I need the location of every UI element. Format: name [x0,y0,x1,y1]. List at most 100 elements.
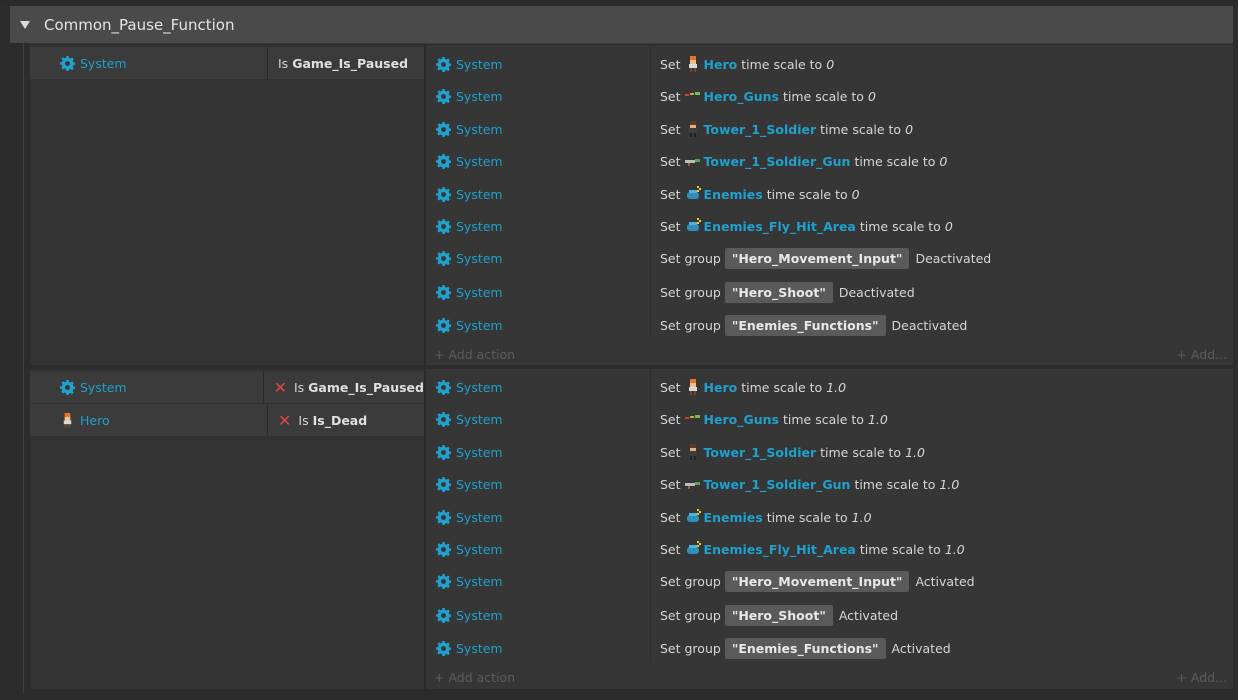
action-target: Tower_1_Soldier_Gun [703,153,851,169]
conditions-column[interactable]: System Is Game_Is_Paused [30,45,424,365]
action-row[interactable]: System Set group "Enemies_Functions" Deact… [426,309,1233,341]
action-value: 1.0 [867,411,888,427]
event-group-header[interactable]: Common_Pause_Function [10,6,1233,44]
action-row[interactable]: System Set Hero time scale to 1.0 [426,371,1233,403]
condition-object-name: System [80,379,127,395]
action-verb: Set group [660,284,721,300]
gear-icon [436,477,451,492]
add-more-link[interactable]: + Add... [1176,670,1233,685]
conditions-column[interactable]: System ✕ Is Game_Is_Paused Hero ✕ Is Is_… [30,369,424,689]
action-object-name: System [456,153,503,169]
action-row[interactable]: System Set Enemies_Fly_Hit_Area time scale… [426,533,1233,565]
gear-icon [436,574,451,589]
condition-row[interactable]: System Is Game_Is_Paused [30,47,424,79]
action-row[interactable]: System Set group "Enemies_Functions" Activ… [426,632,1233,664]
group-state: Activated [838,607,899,623]
action-object-name: System [456,444,503,460]
enemies-family-icon [685,509,701,525]
gear-icon [436,608,451,623]
condition-row[interactable]: System ✕ Is Game_Is_Paused [30,371,424,403]
hero-sprite-icon [685,56,701,72]
action-object-name: System [456,411,503,427]
group-name-chip: "Enemies_Functions" [724,637,886,659]
action-object-name: System [456,476,503,492]
group-name-chip: "Enemies_Functions" [724,314,886,336]
action-object-name: System [456,56,503,72]
gear-icon [436,154,451,169]
action-target: Enemies_Fly_Hit_Area [703,541,856,557]
event-block[interactable]: System ✕ Is Game_Is_Paused Hero ✕ Is Is_… [30,369,1233,689]
gear-icon [436,380,451,395]
action-rest: time scale to [854,476,936,492]
action-row[interactable]: System Set Hero_Guns time scale to 1.0 [426,403,1233,435]
action-row[interactable]: System Set Tower_1_Soldier time scale to 1.… [426,436,1233,468]
enemies-family-icon [685,186,701,202]
gear-icon [436,219,451,234]
group-name-chip: "Hero_Shoot" [724,604,833,626]
action-row[interactable]: System Set Enemies time scale to 1.0 [426,501,1233,533]
action-object-name: System [456,284,503,300]
action-object-name: System [456,573,503,589]
action-row[interactable]: System Set Enemies_Fly_Hit_Area time scale… [426,210,1233,242]
condition-variable: Game_Is_Paused [308,379,424,395]
actions-column[interactable]: System Set Hero time scale to 1.0 System Se… [424,369,1233,689]
event-block[interactable]: System Is Game_Is_Paused System Set Hero t… [30,45,1233,365]
action-object-name: System [456,317,503,333]
action-object-name: System [456,607,503,623]
action-row[interactable]: System Set Tower_1_Soldier time scale to 0 [426,113,1233,145]
add-action-link[interactable]: + Add action [426,670,515,685]
action-value: 0 [851,186,860,202]
action-row[interactable]: System Set group "Hero_Movement_Input" Act… [426,565,1233,597]
gear-icon [436,187,451,202]
action-object-name: System [456,250,503,266]
action-object-name: System [456,379,503,395]
action-object-name: System [456,541,503,557]
hero-sprite-icon [60,413,75,428]
action-verb: Set [660,411,681,427]
action-row[interactable]: System Set group "Hero_Shoot" Activated [426,599,1233,631]
hero-guns-sprite-icon [685,411,701,427]
condition-object[interactable]: System [30,371,264,403]
action-target: Hero_Guns [703,88,779,104]
condition-prefix: Is [298,412,309,428]
collapse-arrow-icon[interactable] [20,20,30,29]
action-row[interactable]: System Set Tower_1_Soldier_Gun time scale … [426,145,1233,177]
condition-object[interactable]: System [30,47,268,79]
gear-icon [436,285,451,300]
soldier-gun-sprite-icon [685,153,701,169]
action-verb: Set group [660,640,721,656]
soldier-gun-sprite-icon [685,476,701,492]
condition-row[interactable]: Hero ✕ Is Is_Dead [30,404,424,436]
add-action-link[interactable]: + Add action [426,347,515,362]
action-target: Tower_1_Soldier [703,121,817,137]
group-name-chip: "Hero_Movement_Input" [724,570,910,592]
condition-text[interactable]: Is Game_Is_Paused [268,47,424,79]
action-row[interactable]: System Set group "Hero_Shoot" Deactivated [426,276,1233,308]
action-rest: time scale to [820,444,902,460]
action-verb: Set group [660,573,721,589]
gear-icon [436,89,451,104]
condition-text[interactable]: ✕ Is Game_Is_Paused [264,371,424,403]
condition-text[interactable]: ✕ Is Is_Dead [268,404,424,436]
action-verb: Set [660,153,681,169]
add-more-link[interactable]: + Add... [1176,347,1233,362]
group-state: Activated [891,640,951,656]
action-object-name: System [456,186,503,202]
action-value: 1.0 [939,476,960,492]
gear-icon [436,412,451,427]
condition-object-name: System [80,55,127,71]
action-row[interactable]: System Set Hero time scale to 0 [426,48,1233,80]
action-rest: time scale to [782,411,864,427]
action-row[interactable]: System Set group "Hero_Movement_Input" Dea… [426,242,1233,274]
action-rest: time scale to [820,121,902,137]
action-row[interactable]: System Set Hero_Guns time scale to 0 [426,80,1233,112]
action-row[interactable]: System Set Tower_1_Soldier_Gun time scale … [426,468,1233,500]
inverted-condition-icon: ✕ [278,410,292,430]
gear-icon [436,122,451,137]
action-verb: Set [660,121,681,137]
condition-object[interactable]: Hero [30,404,268,436]
actions-column[interactable]: System Set Hero time scale to 0 System Set H… [424,45,1233,365]
action-object-name: System [456,509,503,525]
action-row[interactable]: System Set Enemies time scale to 0 [426,178,1233,210]
action-rest: time scale to [782,88,864,104]
